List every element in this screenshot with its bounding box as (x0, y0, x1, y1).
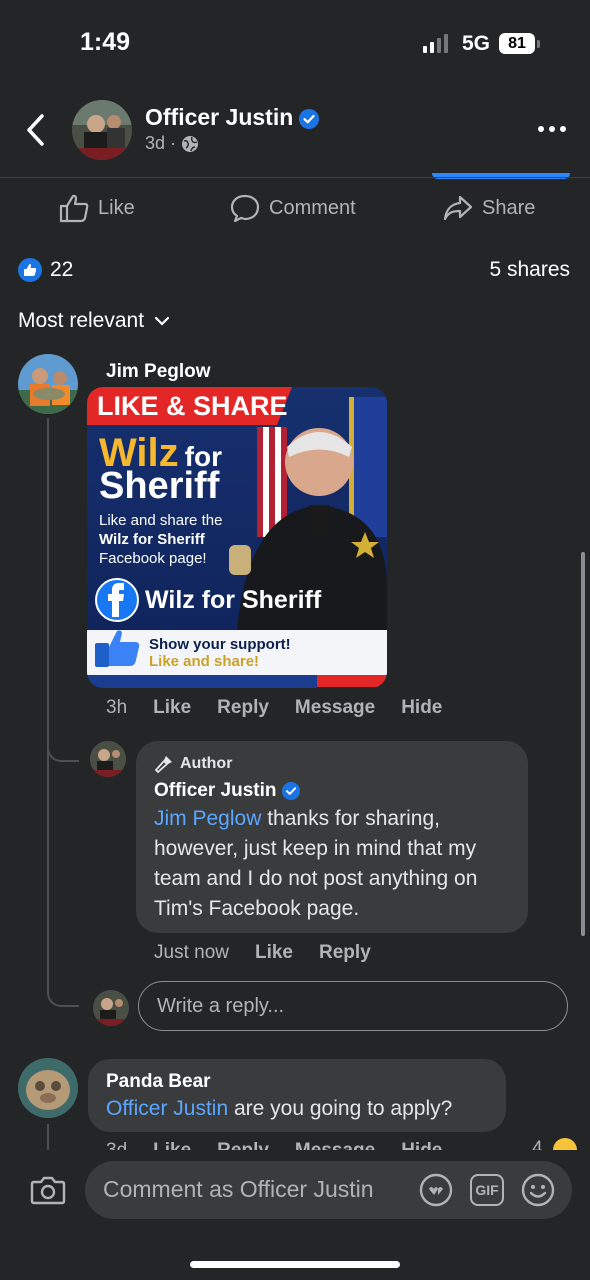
avatar[interactable] (72, 100, 132, 160)
thumbs-up-icon (59, 194, 89, 223)
share-highlight (432, 173, 570, 179)
author-tag: Author (154, 754, 232, 774)
comment-like-button[interactable]: Like (153, 697, 191, 719)
like-button[interactable]: Like (58, 193, 135, 223)
avatar-sticker-icon (419, 1173, 453, 1207)
back-button[interactable] (22, 112, 52, 148)
page-title[interactable]: Officer Justin (145, 104, 320, 131)
reply-text: Jim Peglow thanks for sharing, however, … (154, 807, 478, 920)
reaction-summary[interactable]: 22 (18, 258, 73, 282)
microphone-icon (154, 756, 172, 774)
cellular-signal-icon (423, 34, 448, 53)
image-banner-text: LIKE & SHARE (97, 391, 288, 421)
scrollbar[interactable] (581, 552, 585, 936)
reply-input[interactable]: Write a reply... (138, 981, 568, 1031)
image-support-text: Show your support! Like and share! (149, 636, 291, 670)
chevron-down-icon (154, 316, 170, 326)
header-name: Officer Justin (145, 104, 294, 130)
avatar (93, 990, 129, 1026)
comment-reply-button[interactable]: Reply (217, 697, 269, 719)
image-page-name: Wilz for Sheriff (145, 586, 322, 614)
dot-separator: · (170, 133, 177, 153)
chevron-left-icon (27, 114, 44, 146)
post-meta: 3d · (145, 133, 199, 154)
verified-badge-icon (282, 781, 301, 800)
home-indicator[interactable] (190, 1261, 400, 1268)
post-age: 3d (145, 133, 166, 153)
author-tag-label: Author (180, 755, 233, 772)
reply-reply-button[interactable]: Reply (319, 942, 371, 964)
emoji-button[interactable] (520, 1172, 556, 1213)
battery-icon: 81 (499, 33, 535, 54)
sort-label: Most relevant (18, 309, 145, 332)
reply-like-button[interactable]: Like (255, 942, 293, 964)
avatar-sticker-button[interactable] (418, 1172, 454, 1213)
comment-message-button[interactable]: Message (295, 697, 375, 719)
globe-icon (182, 135, 199, 152)
reply-author[interactable]: Officer Justin (154, 780, 301, 802)
status-time: 1:49 (80, 28, 131, 56)
like-label: Like (98, 196, 135, 219)
comment-bubble-icon (230, 194, 260, 223)
smiley-icon (521, 1173, 555, 1207)
share-button[interactable]: Share (442, 193, 535, 223)
avatar[interactable] (18, 1058, 78, 1118)
camera-icon (30, 1176, 66, 1205)
comment-author[interactable]: Jim Peglow (106, 361, 211, 383)
comment-author[interactable]: Panda Bear (106, 1071, 211, 1093)
mention-link[interactable]: Jim Peglow (154, 807, 261, 830)
image-body-text: Like and share the Wilz for Sheriff Face… (99, 512, 223, 567)
comment-actions: 3h Like Reply Message Hide (106, 697, 442, 719)
share-label: Share (482, 196, 536, 219)
reactions-count: 22 (50, 258, 74, 281)
shares-count[interactable]: 5 shares (489, 258, 570, 282)
comment-button[interactable]: Comment (229, 193, 356, 223)
comment-text: Officer Justin are you going to apply? (106, 1097, 453, 1120)
network-type: 5G (462, 32, 491, 55)
comment-image[interactable]: LIKE & SHARE Wilz for Sheriff Like and sh… (87, 387, 387, 688)
avatar[interactable] (18, 354, 78, 414)
like-reaction-icon (18, 258, 42, 282)
thread-line (47, 418, 49, 986)
gif-button[interactable]: GIF (470, 1174, 504, 1206)
avatar[interactable] (90, 741, 126, 777)
thread-connector (47, 740, 79, 762)
divider (0, 177, 590, 178)
reply-actions: Just now Like Reply (154, 942, 371, 964)
comment-input-placeholder: Comment as Officer Justin (103, 1176, 374, 1202)
more-options-button[interactable] (538, 126, 566, 132)
reply-time: Just now (154, 942, 229, 963)
sort-dropdown[interactable]: Most relevant (18, 309, 170, 333)
share-arrow-icon (443, 195, 473, 221)
camera-button[interactable] (30, 1174, 66, 1211)
battery-tip (537, 40, 540, 48)
mention-link[interactable]: Officer Justin (106, 1097, 228, 1120)
verified-badge-icon (299, 108, 320, 129)
comment-hide-button[interactable]: Hide (401, 697, 442, 719)
comment-label: Comment (269, 196, 356, 219)
thread-connector (47, 985, 79, 1007)
comment-time: 3h (106, 697, 128, 718)
image-headline-2: Sheriff (99, 465, 220, 507)
